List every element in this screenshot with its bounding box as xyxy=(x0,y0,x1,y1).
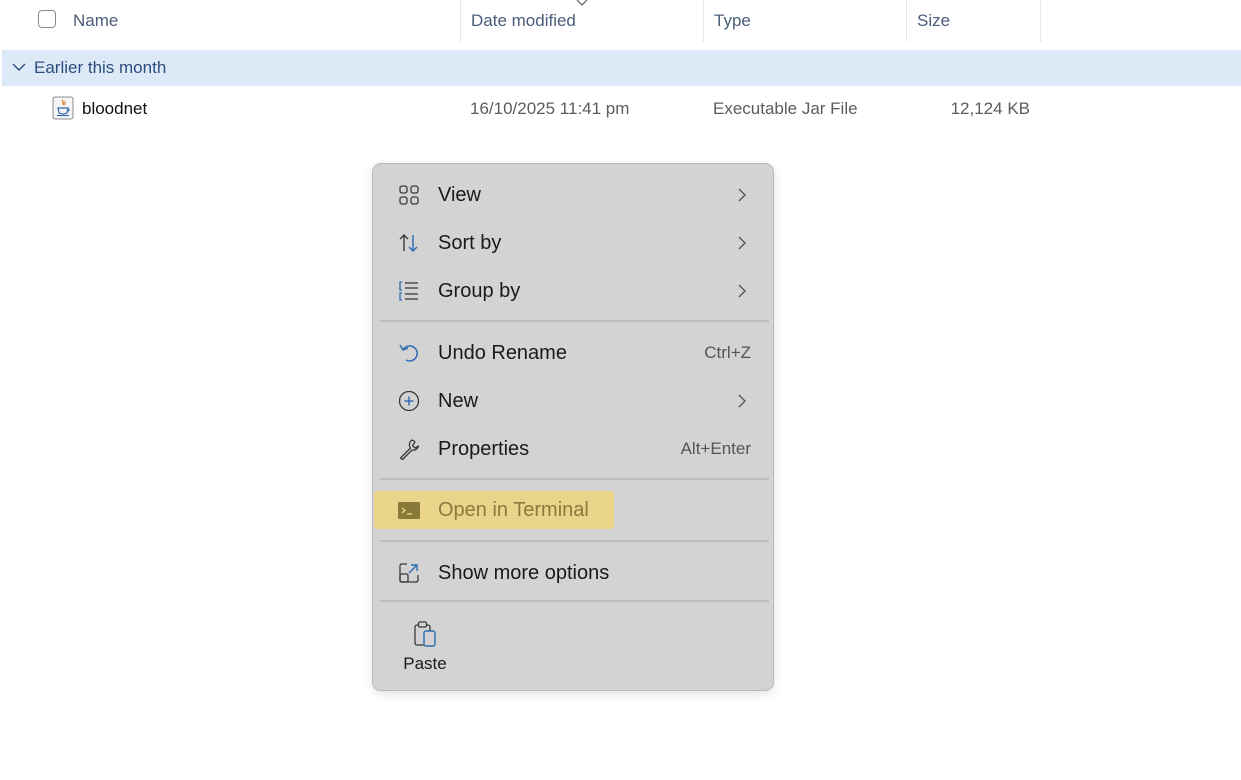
column-date-label: Date modified xyxy=(471,11,576,30)
column-size[interactable]: Size xyxy=(906,0,1041,42)
file-name: bloodnet xyxy=(82,99,148,118)
expand-icon xyxy=(399,563,419,583)
view-grid-icon xyxy=(399,185,419,205)
undo-icon xyxy=(399,344,418,362)
menu-item-view[interactable]: View xyxy=(373,173,773,217)
menu-separator xyxy=(380,320,769,322)
column-name-label: Name xyxy=(73,11,119,30)
column-type[interactable]: Type xyxy=(703,0,906,42)
group-header[interactable]: Earlier this month xyxy=(2,50,1241,86)
menu-item-new[interactable]: New xyxy=(373,379,773,423)
menu-item-show-more-options[interactable]: Show more options xyxy=(373,551,773,595)
chevron-down-icon[interactable] xyxy=(12,61,26,73)
paste-label: Paste xyxy=(403,654,447,673)
paste-button[interactable]: Paste xyxy=(395,614,455,680)
menu-item-sort-by[interactable]: Sort by xyxy=(373,221,773,265)
menu-item-label: Sort by xyxy=(438,232,502,254)
sort-icon xyxy=(399,234,418,252)
plus-circle-icon xyxy=(398,390,420,412)
column-name[interactable]: Name xyxy=(63,0,460,42)
group-label: Earlier this month xyxy=(34,58,167,77)
chevron-right-icon xyxy=(738,394,746,408)
menu-separator xyxy=(380,600,769,602)
file-explorer-view: Name Date modified Type Size Earlier thi… xyxy=(0,0,1241,780)
paste-icon xyxy=(414,621,436,647)
group-list-icon xyxy=(399,281,418,301)
column-type-label: Type xyxy=(714,11,751,30)
menu-item-label: Properties xyxy=(438,438,530,460)
wrench-icon xyxy=(399,439,420,461)
terminal-icon xyxy=(398,502,420,519)
menu-item-label: Open in Terminal xyxy=(438,499,589,521)
file-row[interactable]: bloodnet 16/10/2025 11:41 pm Executable … xyxy=(2,90,1241,128)
menu-item-label: Group by xyxy=(438,280,521,302)
menu-item-label: View xyxy=(438,184,481,206)
column-header: Name Date modified Type Size xyxy=(0,0,1241,42)
file-date-modified: 16/10/2025 11:41 pm xyxy=(470,99,630,118)
menu-item-label: Show more options xyxy=(438,562,610,584)
menu-item-open-in-terminal[interactable]: Open in Terminal xyxy=(373,488,773,532)
menu-item-shortcut: Ctrl+Z xyxy=(704,343,751,362)
file-type: Executable Jar File xyxy=(713,99,858,118)
file-size: 12,124 KB xyxy=(950,99,1030,118)
select-all-checkbox[interactable] xyxy=(38,10,56,28)
context-menu: View Sort by Group by Undo Rename Ctrl+Z… xyxy=(372,163,774,691)
chevron-right-icon xyxy=(738,284,746,298)
menu-item-undo-rename[interactable]: Undo Rename Ctrl+Z xyxy=(373,331,773,375)
chevron-right-icon xyxy=(738,188,746,202)
menu-item-group-by[interactable]: Group by xyxy=(373,269,773,313)
menu-item-shortcut: Alt+Enter xyxy=(680,439,751,458)
menu-item-properties[interactable]: Properties Alt+Enter xyxy=(373,427,773,471)
menu-separator xyxy=(380,478,769,480)
java-jar-icon xyxy=(52,96,74,120)
menu-item-label: Undo Rename xyxy=(438,342,567,364)
menu-separator xyxy=(380,540,769,542)
column-size-label: Size xyxy=(917,11,951,30)
chevron-right-icon xyxy=(738,236,746,250)
menu-item-label: New xyxy=(438,390,479,412)
sort-descending-icon xyxy=(576,0,588,6)
